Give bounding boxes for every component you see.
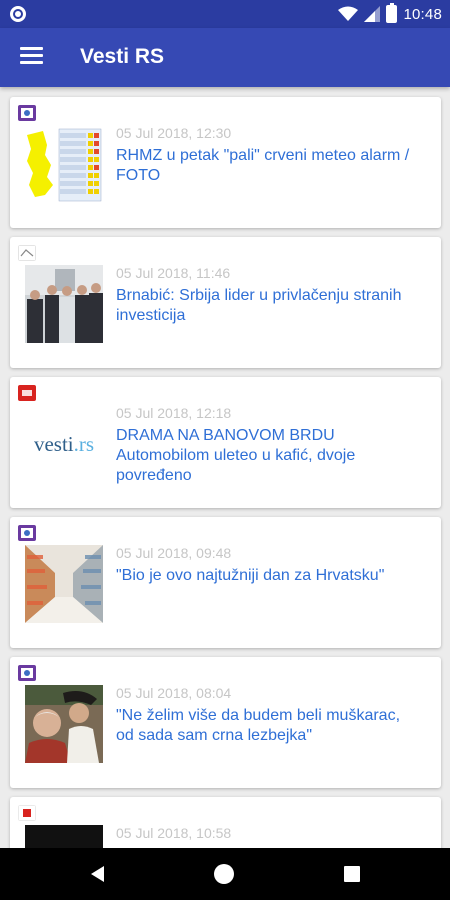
- article-headline[interactable]: "Ne želim više da budem beli muškarac, o…: [116, 706, 416, 746]
- source-icon: [18, 805, 36, 821]
- rhmz-source-icon: [18, 105, 36, 121]
- article-headline[interactable]: RHMZ u petak "pali" crveni meteo alarm /…: [116, 146, 416, 186]
- system-navigation-bar: [0, 848, 450, 900]
- news-card[interactable]: 05 Jul 2018, 10:58: [10, 797, 441, 848]
- article-headline[interactable]: "Bio je ovo najtužniji dan za Hrvatsku": [116, 566, 416, 586]
- news-card[interactable]: vesti .rs 05 Jul 2018, 12:18 DRAMA NA BAN…: [10, 377, 441, 508]
- signal-icon: [364, 6, 381, 22]
- article-timestamp: 05 Jul 2018, 09:48: [116, 545, 232, 561]
- article-timestamp: 05 Jul 2018, 12:30: [116, 125, 232, 141]
- news-card[interactable]: 05 Jul 2018, 12:30 RHMZ u petak "pali" c…: [10, 97, 441, 228]
- news-feed[interactable]: 05 Jul 2018, 12:30 RHMZ u petak "pali" c…: [0, 87, 450, 848]
- article-timestamp: 05 Jul 2018, 11:46: [116, 265, 231, 281]
- article-timestamp: 05 Jul 2018, 10:58: [116, 825, 232, 841]
- status-bar: 10:48: [0, 0, 450, 28]
- app-title: Vesti RS: [80, 45, 165, 68]
- meteo-map-thumbnail: [25, 125, 103, 203]
- vesti-rs-logo-suffix: .rs: [73, 431, 95, 456]
- app-bar: Vesti RS: [0, 28, 450, 87]
- news-card[interactable]: 05 Jul 2018, 09:48 "Bio je ovo najtužnij…: [10, 517, 441, 648]
- source-icon: [18, 525, 36, 541]
- back-icon[interactable]: [88, 864, 108, 884]
- supermarket-aisle-thumbnail: [25, 545, 103, 623]
- recent-apps-icon[interactable]: [344, 866, 360, 882]
- group-photo-thumbnail: [25, 265, 103, 343]
- wifi-icon: [338, 6, 359, 21]
- vesti-rs-logo-thumbnail: vesti .rs: [25, 405, 103, 483]
- notification-icon: [10, 6, 26, 22]
- news-card[interactable]: 05 Jul 2018, 11:46 Brnabić: Srbija lider…: [10, 237, 441, 368]
- article-timestamp: 05 Jul 2018, 12:18: [116, 405, 232, 421]
- article-headline[interactable]: DRAMA NA BANOVOM BRDU Automobilom uleteo…: [116, 426, 416, 486]
- article-headline[interactable]: Brnabić: Srbija lider u privlačenju stra…: [116, 286, 416, 326]
- portrait-thumbnail: [25, 685, 103, 763]
- news-card[interactable]: 05 Jul 2018, 08:04 "Ne želim više da bud…: [10, 657, 441, 788]
- battery-icon: [386, 3, 398, 23]
- home-icon[interactable]: [214, 864, 234, 884]
- vesti-rs-logo-text: vesti: [33, 431, 74, 456]
- b92-source-icon: [18, 385, 36, 401]
- status-indicators: 10:48: [338, 3, 442, 24]
- hamburger-menu-icon[interactable]: [20, 47, 43, 67]
- clock: 10:48: [403, 5, 442, 23]
- dark-thumbnail: [25, 825, 103, 848]
- source-icon: [18, 665, 36, 681]
- article-timestamp: 05 Jul 2018, 08:04: [116, 685, 232, 701]
- source-icon: [18, 245, 36, 261]
